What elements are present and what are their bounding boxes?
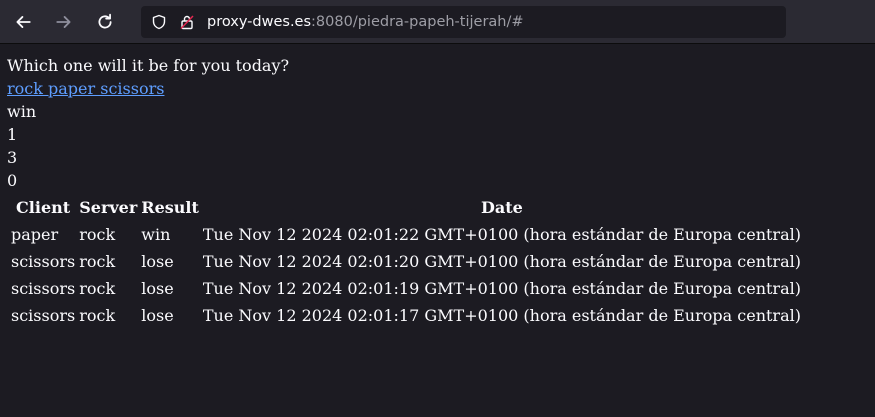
cell-client: scissors: [11, 252, 76, 271]
cell-client: paper: [11, 225, 59, 244]
table-row: scissors rock lose Tue Nov 12 2024 02:01…: [10, 249, 802, 274]
page-content: Which one will it be for you today? rock…: [0, 44, 875, 340]
url-host: proxy-dwes.es: [207, 13, 312, 30]
shield-icon[interactable]: [151, 13, 169, 31]
header-client: Client: [16, 198, 71, 217]
rock-paper-scissors-link[interactable]: rock paper scissors: [7, 77, 868, 100]
table-header-row: Client Server Result Date: [10, 195, 802, 220]
prompt-text: Which one will it be for you today?: [7, 56, 290, 75]
table-row: scissors rock lose Tue Nov 12 2024 02:01…: [10, 303, 802, 328]
browser-toolbar: proxy-dwes.es:8080/piedra-papeh-tijerah/…: [0, 0, 875, 44]
cell-client: scissors: [11, 279, 76, 298]
cell-date: Tue Nov 12 2024 02:01:19 GMT+0100 (hora …: [202, 279, 801, 298]
cell-server: rock: [79, 306, 116, 325]
reload-icon[interactable]: [87, 6, 123, 38]
score-value-3: 0: [7, 171, 18, 190]
cell-date: Tue Nov 12 2024 02:01:20 GMT+0100 (hora …: [202, 252, 801, 271]
cell-result: lose: [141, 252, 174, 271]
last-result: win: [7, 102, 37, 121]
cell-result: lose: [141, 279, 174, 298]
back-arrow-icon[interactable]: [5, 6, 41, 38]
cell-server: rock: [79, 279, 116, 298]
lock-icon[interactable]: [179, 13, 197, 31]
cell-client: scissors: [11, 306, 76, 325]
cell-result: win: [141, 225, 171, 244]
score-value-1: 1: [7, 125, 18, 144]
cell-result: lose: [141, 306, 174, 325]
header-server: Server: [79, 198, 138, 217]
score-value-2: 3: [7, 148, 18, 167]
history-table: Client Server Result Date paper rock win…: [8, 193, 804, 330]
url-bar[interactable]: proxy-dwes.es:8080/piedra-papeh-tijerah/…: [141, 5, 786, 38]
table-row: scissors rock lose Tue Nov 12 2024 02:01…: [10, 276, 802, 301]
cell-server: rock: [79, 252, 116, 271]
header-result: Result: [141, 198, 199, 217]
header-date: Date: [481, 198, 523, 217]
forward-arrow-icon[interactable]: [46, 6, 82, 38]
cell-date: Tue Nov 12 2024 02:01:17 GMT+0100 (hora …: [202, 306, 801, 325]
url-path: :8080/piedra-papeh-tijerah/#: [311, 13, 524, 30]
cell-date: Tue Nov 12 2024 02:01:22 GMT+0100 (hora …: [202, 225, 801, 244]
cell-server: rock: [79, 225, 116, 244]
table-row: paper rock win Tue Nov 12 2024 02:01:22 …: [10, 222, 802, 247]
